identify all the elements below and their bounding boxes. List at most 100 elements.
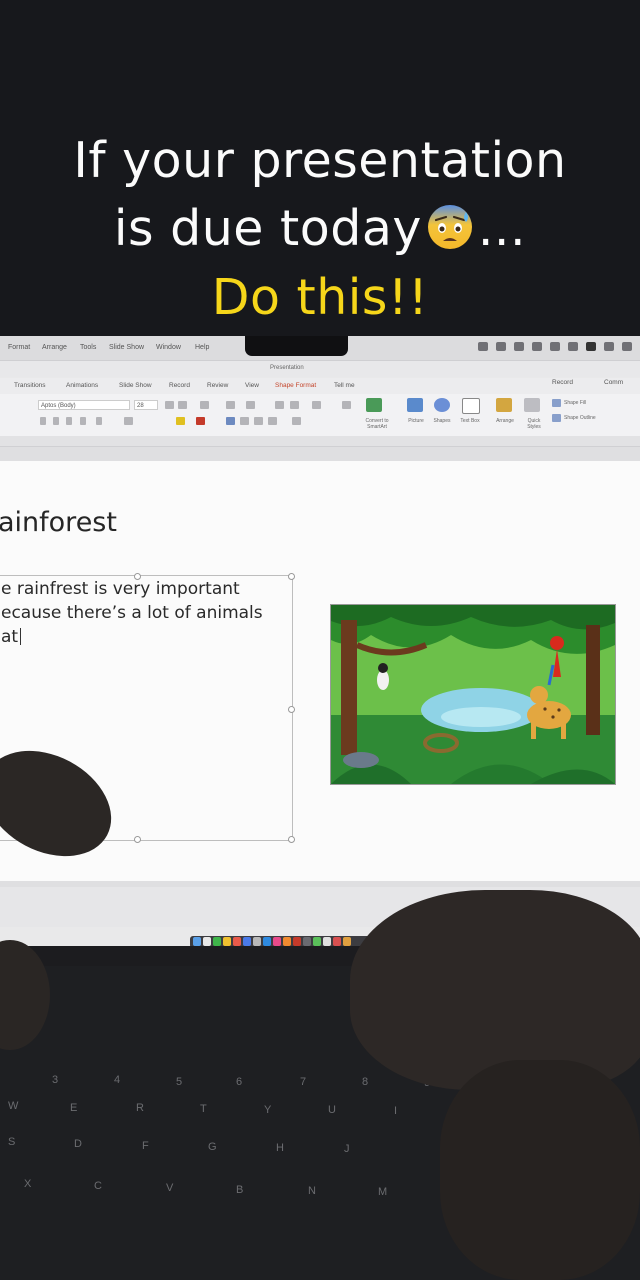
shape-fill-icon[interactable] bbox=[552, 399, 561, 407]
font-size-select[interactable]: 28 bbox=[134, 400, 158, 410]
dock-app-icon[interactable] bbox=[303, 937, 311, 946]
slide-title[interactable]: ainforest bbox=[0, 507, 117, 538]
increase-font-icon[interactable] bbox=[165, 401, 174, 409]
dock-app-icon[interactable] bbox=[253, 937, 261, 946]
key[interactable]: C bbox=[94, 1180, 102, 1192]
tab-slide-show[interactable]: Slide Show bbox=[119, 382, 152, 389]
key[interactable]: J bbox=[344, 1143, 350, 1155]
tab-record[interactable]: Record bbox=[169, 382, 190, 389]
highlight-icon[interactable] bbox=[176, 417, 185, 425]
key[interactable]: 3 bbox=[52, 1074, 58, 1086]
key[interactable]: B bbox=[236, 1184, 243, 1196]
status-icon[interactable] bbox=[604, 342, 614, 351]
key[interactable]: X bbox=[24, 1178, 31, 1190]
line-spacing-icon[interactable] bbox=[292, 417, 301, 425]
change-case-icon[interactable] bbox=[124, 417, 133, 425]
comments-button[interactable]: Comm bbox=[604, 379, 623, 386]
bold-icon[interactable] bbox=[40, 417, 46, 425]
dock-app-icon[interactable] bbox=[223, 937, 231, 946]
dock-app-icon[interactable] bbox=[233, 937, 241, 946]
key[interactable]: D bbox=[74, 1138, 82, 1150]
tab-transitions[interactable]: Transitions bbox=[14, 382, 46, 389]
dock-app-icon[interactable] bbox=[333, 937, 341, 946]
menu-item-arrange[interactable]: Arrange bbox=[42, 344, 67, 351]
menu-item-tools[interactable]: Tools bbox=[80, 344, 96, 351]
menu-item-format[interactable]: Format bbox=[8, 344, 30, 351]
record-button[interactable]: Record bbox=[552, 379, 573, 386]
key[interactable]: R bbox=[136, 1102, 144, 1114]
smartart-icon[interactable] bbox=[366, 398, 382, 412]
text-box-icon[interactable] bbox=[462, 398, 480, 414]
decrease-indent-icon[interactable] bbox=[275, 401, 284, 409]
rainforest-illustration[interactable] bbox=[330, 604, 616, 785]
superscript-icon[interactable] bbox=[96, 417, 102, 425]
bullets-icon[interactable] bbox=[226, 401, 235, 409]
key[interactable]: M bbox=[378, 1186, 387, 1198]
key[interactable]: G bbox=[208, 1141, 217, 1153]
align-right-icon[interactable] bbox=[254, 417, 263, 425]
horizontal-ruler[interactable] bbox=[0, 436, 640, 447]
font-color-icon[interactable] bbox=[196, 417, 205, 425]
key[interactable]: 4 bbox=[114, 1074, 120, 1086]
italic-icon[interactable] bbox=[53, 417, 59, 425]
shapes-icon[interactable] bbox=[434, 398, 450, 412]
key[interactable]: N bbox=[308, 1185, 316, 1197]
menu-item-slide-show[interactable]: Slide Show bbox=[109, 344, 144, 351]
strikethrough-icon[interactable] bbox=[80, 417, 86, 425]
font-name-select[interactable]: Aptos (Body) bbox=[38, 400, 130, 410]
dock-app-icon[interactable] bbox=[243, 937, 251, 946]
menu-item-window[interactable]: Window bbox=[156, 344, 181, 351]
key[interactable]: V bbox=[166, 1182, 173, 1194]
tab-view[interactable]: View bbox=[245, 382, 259, 389]
numbering-icon[interactable] bbox=[246, 401, 255, 409]
align-center-icon[interactable] bbox=[240, 417, 249, 425]
align-left-icon[interactable] bbox=[226, 417, 235, 425]
dock-app-icon[interactable] bbox=[343, 937, 351, 946]
wifi-icon[interactable] bbox=[622, 342, 632, 351]
text-direction-icon[interactable] bbox=[312, 401, 321, 409]
key[interactable]: T bbox=[200, 1103, 207, 1115]
status-icon[interactable] bbox=[478, 342, 488, 351]
tab-animations[interactable]: Animations bbox=[66, 382, 98, 389]
resize-handle[interactable] bbox=[134, 836, 141, 843]
tab-tell-me[interactable]: Tell me bbox=[334, 382, 355, 389]
key[interactable]: S bbox=[8, 1136, 15, 1148]
key[interactable]: 8 bbox=[362, 1076, 368, 1088]
status-icon[interactable] bbox=[532, 342, 542, 351]
key[interactable]: Y bbox=[264, 1104, 271, 1116]
tab-shape-format[interactable]: Shape Format bbox=[275, 382, 316, 389]
tab-review[interactable]: Review bbox=[207, 382, 228, 389]
menu-item-help[interactable]: Help bbox=[195, 344, 209, 351]
dock-app-icon[interactable] bbox=[273, 937, 281, 946]
quick-styles-icon[interactable] bbox=[524, 398, 540, 412]
key[interactable]: 7 bbox=[300, 1076, 306, 1088]
dock-app-icon[interactable] bbox=[263, 937, 271, 946]
status-icon[interactable] bbox=[550, 342, 560, 351]
key[interactable]: 6 bbox=[236, 1076, 242, 1088]
key[interactable]: U bbox=[328, 1104, 336, 1116]
key[interactable]: F bbox=[142, 1140, 149, 1152]
key[interactable]: E bbox=[70, 1102, 77, 1114]
dock-app-icon[interactable] bbox=[203, 937, 211, 946]
status-icon[interactable] bbox=[586, 342, 596, 351]
status-icon[interactable] bbox=[496, 342, 506, 351]
resize-handle[interactable] bbox=[288, 706, 295, 713]
dock-app-icon[interactable] bbox=[293, 937, 301, 946]
dock-app-icon[interactable] bbox=[323, 937, 331, 946]
justify-icon[interactable] bbox=[268, 417, 277, 425]
clear-format-icon[interactable] bbox=[200, 401, 209, 409]
dock-app-icon[interactable] bbox=[313, 937, 321, 946]
decrease-font-icon[interactable] bbox=[178, 401, 187, 409]
align-text-icon[interactable] bbox=[342, 401, 351, 409]
resize-handle[interactable] bbox=[288, 573, 295, 580]
status-icon[interactable] bbox=[514, 342, 524, 351]
key[interactable]: I bbox=[394, 1105, 397, 1117]
picture-icon[interactable] bbox=[407, 398, 423, 412]
dock-app-icon[interactable] bbox=[283, 937, 291, 946]
dock-app-icon[interactable] bbox=[213, 937, 221, 946]
resize-handle[interactable] bbox=[288, 836, 295, 843]
key[interactable]: W bbox=[8, 1100, 18, 1112]
arrange-icon[interactable] bbox=[496, 398, 512, 412]
key[interactable]: H bbox=[276, 1142, 284, 1154]
key[interactable]: 5 bbox=[176, 1076, 182, 1088]
